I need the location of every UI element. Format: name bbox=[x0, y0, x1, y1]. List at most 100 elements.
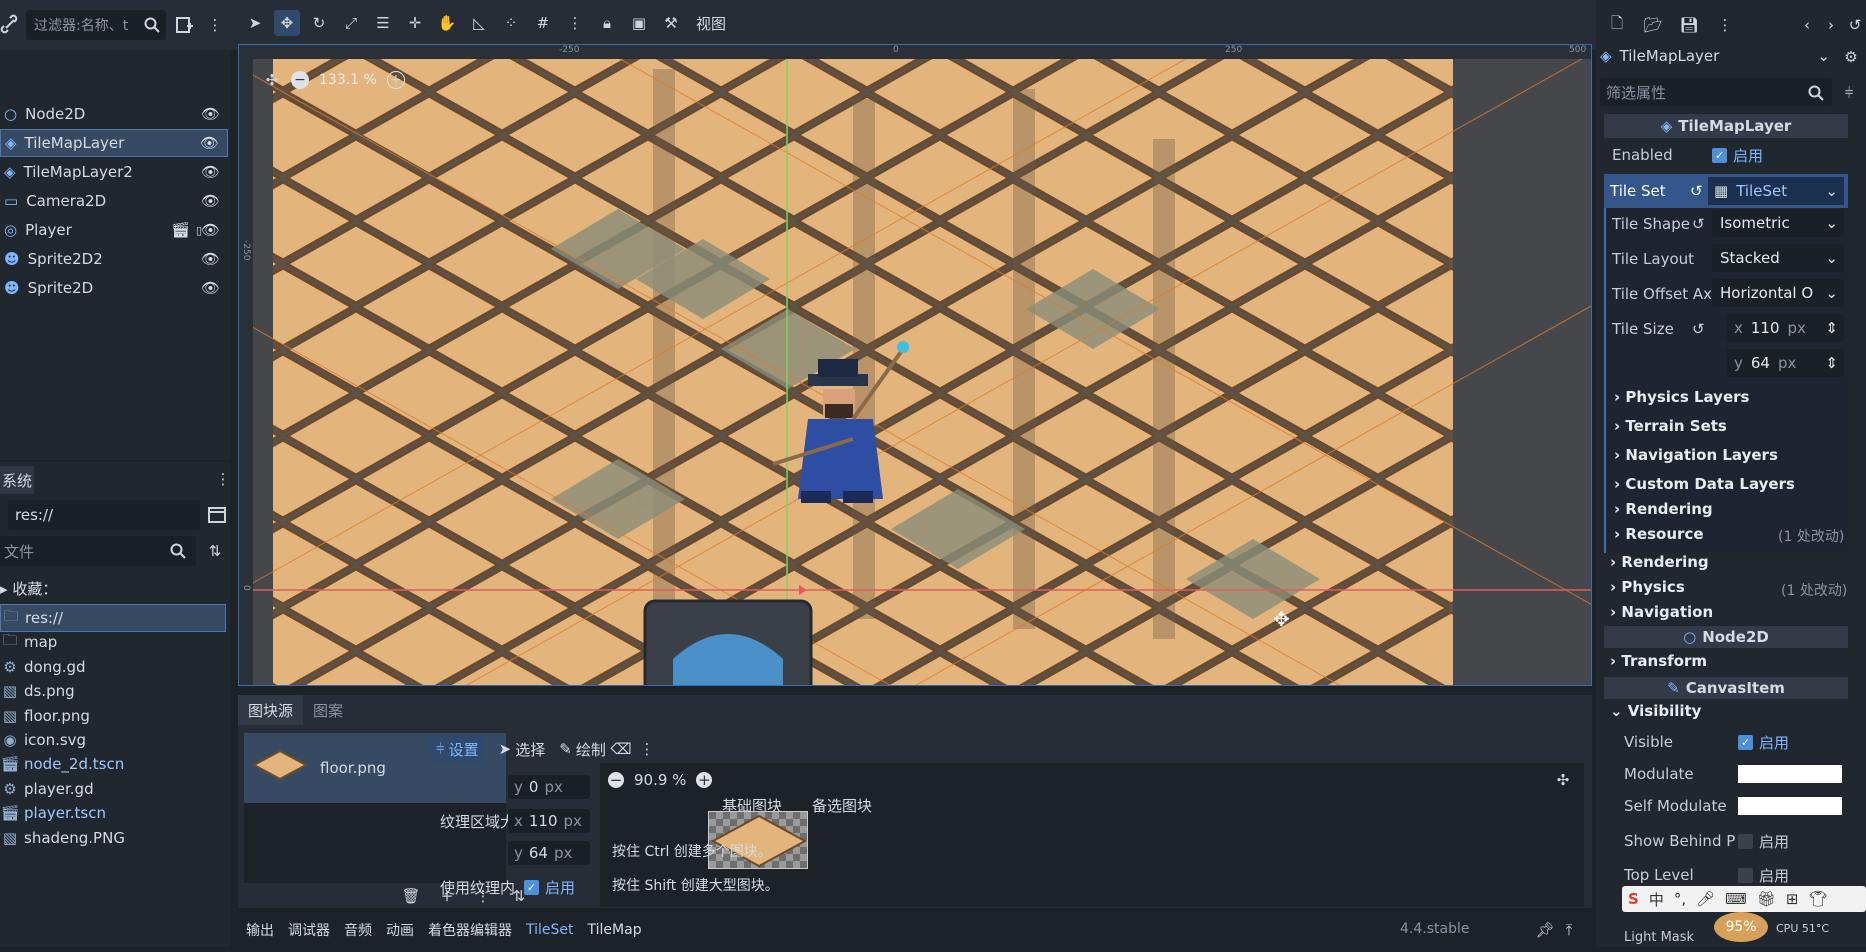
list-select-icon[interactable]: ☰ bbox=[370, 10, 396, 36]
keyboard-icon[interactable]: ⌨ bbox=[1725, 890, 1747, 908]
ruler-tool-icon[interactable]: ◺ bbox=[466, 10, 492, 36]
apps-icon[interactable]: ⊞ bbox=[1786, 890, 1799, 908]
margin-y-field[interactable]: y 0 px bbox=[508, 775, 590, 799]
region-y-field[interactable]: y 64 px bbox=[508, 841, 590, 865]
tileset-resource[interactable]: ▦ TileSet ⌄ bbox=[1708, 177, 1844, 205]
atlas-menu-icon[interactable]: ⋮ bbox=[634, 736, 660, 762]
visibility-eye-icon[interactable]: 👁︎ bbox=[201, 105, 220, 123]
subsection-0[interactable]: › Physics Layers bbox=[1614, 388, 1749, 406]
canvas-viewport[interactable]: -250 0 250 500 -250 0 ✣ − 133.1 % + ✥ bbox=[238, 44, 1592, 686]
zoom-in-icon[interactable]: + bbox=[386, 71, 405, 89]
visible-checkbox[interactable]: ✓ 启用 bbox=[1738, 732, 1789, 753]
visibility-eye-icon[interactable]: 👁︎ bbox=[201, 192, 220, 210]
self-modulate-color[interactable] bbox=[1738, 797, 1842, 815]
link-icon[interactable] bbox=[0, 14, 22, 36]
select-tool-icon[interactable]: ➤ bbox=[242, 10, 268, 36]
visibility-eye-icon[interactable]: 👁︎ bbox=[201, 221, 220, 239]
section-rendering[interactable]: › Rendering bbox=[1610, 553, 1709, 571]
scene-filter-input[interactable]: 过滤器:名称、t bbox=[26, 10, 166, 40]
atlas-zoom-level[interactable]: 90.9 % bbox=[634, 771, 686, 789]
node-options-icon[interactable]: ⚙ bbox=[1838, 44, 1864, 70]
region-x-field[interactable]: x 110 px bbox=[508, 809, 590, 833]
subsection-4[interactable]: › Rendering bbox=[1614, 500, 1713, 518]
subsection-3[interactable]: › Custom Data Layers bbox=[1614, 475, 1795, 493]
visibility-eye-icon[interactable]: 👁︎ bbox=[200, 134, 219, 152]
attach-script-icon[interactable] bbox=[171, 12, 197, 38]
bone-icon[interactable]: ⚒ bbox=[658, 10, 684, 36]
pan-tool-icon[interactable]: ✋ bbox=[434, 10, 460, 36]
bottom-tab-3[interactable]: 动画 bbox=[386, 920, 414, 940]
history-forward-icon[interactable]: › bbox=[1818, 12, 1844, 38]
subsection-5[interactable]: › Resource bbox=[1614, 525, 1704, 543]
chinese-mode-icon[interactable]: 中 bbox=[1649, 889, 1664, 910]
section-transform[interactable]: › Transform bbox=[1610, 652, 1707, 670]
expand-panel-icon[interactable]: ⤒ bbox=[1556, 917, 1582, 943]
subsection-1[interactable]: › Terrain Sets bbox=[1614, 417, 1727, 435]
section-navigation[interactable]: › Navigation bbox=[1610, 603, 1713, 621]
lock-icon[interactable]: 🔒︎ bbox=[594, 10, 620, 36]
zoom-out-icon[interactable]: − bbox=[291, 71, 309, 89]
scene-node-player[interactable]: ◎ Player 🎬︎ ▯ 👁︎ bbox=[0, 216, 228, 244]
history-icon[interactable]: ↺ bbox=[1842, 12, 1866, 38]
file-item[interactable]: ▧ shadeng.PNG bbox=[0, 824, 226, 852]
rotate-tool-icon[interactable]: ↻ bbox=[306, 10, 332, 36]
save-resource-icon[interactable]: 💾︎ bbox=[1676, 12, 1702, 38]
snap-options-icon[interactable]: ⋮ bbox=[562, 10, 588, 36]
bottom-tab-0[interactable]: 输出 bbox=[246, 920, 274, 940]
section-visibility[interactable]: ⌄ Visibility bbox=[1610, 702, 1701, 720]
delete-source-icon[interactable]: 🗑︎ bbox=[398, 883, 424, 909]
revert-icon[interactable]: ↺ bbox=[1690, 182, 1703, 200]
bottom-tab-2[interactable]: 音频 bbox=[344, 920, 372, 940]
filesystem-tab[interactable]: 系统 bbox=[0, 466, 34, 494]
revert-icon[interactable]: ↺ bbox=[1692, 320, 1705, 338]
pivot-tool-icon[interactable]: ✛ bbox=[402, 10, 428, 36]
path-field[interactable]: res:// bbox=[8, 500, 200, 530]
section-physics[interactable]: › Physics bbox=[1610, 578, 1685, 596]
enabled-checkbox[interactable]: ✓ 启用 bbox=[1712, 145, 1763, 166]
show-behind-checkbox[interactable]: 启用 bbox=[1738, 831, 1789, 852]
sort-icon[interactable]: ⇅ bbox=[202, 538, 228, 564]
visibility-eye-icon[interactable]: 👁︎ bbox=[201, 163, 220, 181]
panel-menu-icon[interactable]: ⋮ bbox=[210, 466, 236, 492]
modulate-color[interactable] bbox=[1738, 765, 1842, 783]
gift-icon[interactable]: 🎁︎ bbox=[1757, 890, 1776, 908]
scene-node-tilemaplayer[interactable]: ◈ TileMapLayer 👁︎ bbox=[0, 129, 228, 157]
scene-node-node2d[interactable]: ○ Node2D 👁︎ bbox=[0, 100, 228, 128]
pin-icon[interactable]: 📌︎ bbox=[1532, 917, 1558, 943]
move-tool-icon[interactable]: ✥ bbox=[274, 10, 300, 36]
center-view-icon[interactable]: ✣ bbox=[263, 67, 281, 93]
tileset-property[interactable]: Tile Set ↺ ▦ TileSet ⌄ bbox=[1604, 174, 1848, 208]
tab-tile-sources[interactable]: 图块源 bbox=[238, 695, 304, 725]
new-resource-icon[interactable]: 🗋︎ bbox=[1604, 12, 1630, 38]
bottom-tab-1[interactable]: 调试器 bbox=[288, 920, 330, 940]
paint-mode-button[interactable]: ✎ 绘制 bbox=[559, 739, 606, 760]
smart-snap-icon[interactable]: ⁘ bbox=[498, 10, 524, 36]
property-filter-input[interactable]: 筛选属性 bbox=[1600, 78, 1832, 106]
visibility-eye-icon[interactable]: 👁︎ bbox=[201, 250, 220, 268]
punctuation-icon[interactable]: °, bbox=[1674, 890, 1686, 908]
scene-node-camera2d[interactable]: ▭ Camera2D 👁︎ bbox=[0, 187, 228, 215]
tile-size-x-field[interactable]: x 110 px ⇕ bbox=[1726, 314, 1844, 342]
view-menu[interactable]: 视图 bbox=[696, 13, 726, 34]
tile-shape-dropdown[interactable]: Isometric ⌄ bbox=[1712, 209, 1844, 237]
atlas-zoom-out-icon[interactable]: − bbox=[608, 771, 624, 789]
tilemap-canvas[interactable] bbox=[253, 59, 1592, 686]
select-mode-button[interactable]: ➤ 选择 bbox=[499, 739, 546, 760]
scene-node-tilemaplayer2[interactable]: ◈ TileMapLayer2 👁︎ bbox=[0, 158, 228, 186]
center-atlas-icon[interactable]: ✣ bbox=[1550, 767, 1576, 793]
bottom-tab-4[interactable]: 着色器编辑器 bbox=[428, 920, 512, 940]
visibility-eye-icon[interactable]: 👁︎ bbox=[201, 279, 220, 297]
group-icon[interactable]: ▣ bbox=[626, 10, 652, 36]
revert-icon[interactable]: ↺ bbox=[1692, 215, 1705, 233]
atlas-view[interactable]: − 90.9 % + ✣ 基础图块 备选图块 按住 Ctrl 创建多个图块。 按… bbox=[600, 763, 1584, 907]
atlas-zoom-in-icon[interactable]: + bbox=[696, 771, 713, 789]
more-vertical-icon[interactable]: ⋮ bbox=[202, 12, 228, 38]
history-back-icon[interactable]: ‹ bbox=[1794, 12, 1820, 38]
scale-tool-icon[interactable]: ⤢ bbox=[338, 10, 364, 36]
scene-node-sprite2d2[interactable]: ☻ Sprite2D2 👁︎ bbox=[0, 245, 228, 273]
tile-offset-dropdown[interactable]: Horizontal O ⌄ bbox=[1712, 279, 1844, 307]
grid-snap-icon[interactable]: # bbox=[530, 10, 556, 36]
sogou-icon[interactable]: S bbox=[1628, 890, 1639, 908]
ime-toolbar[interactable]: S 中 °, 🎤︎ ⌨ 🎁︎ ⊞ 👕︎ bbox=[1622, 886, 1866, 912]
skin-icon[interactable]: 👕︎ bbox=[1808, 890, 1827, 908]
